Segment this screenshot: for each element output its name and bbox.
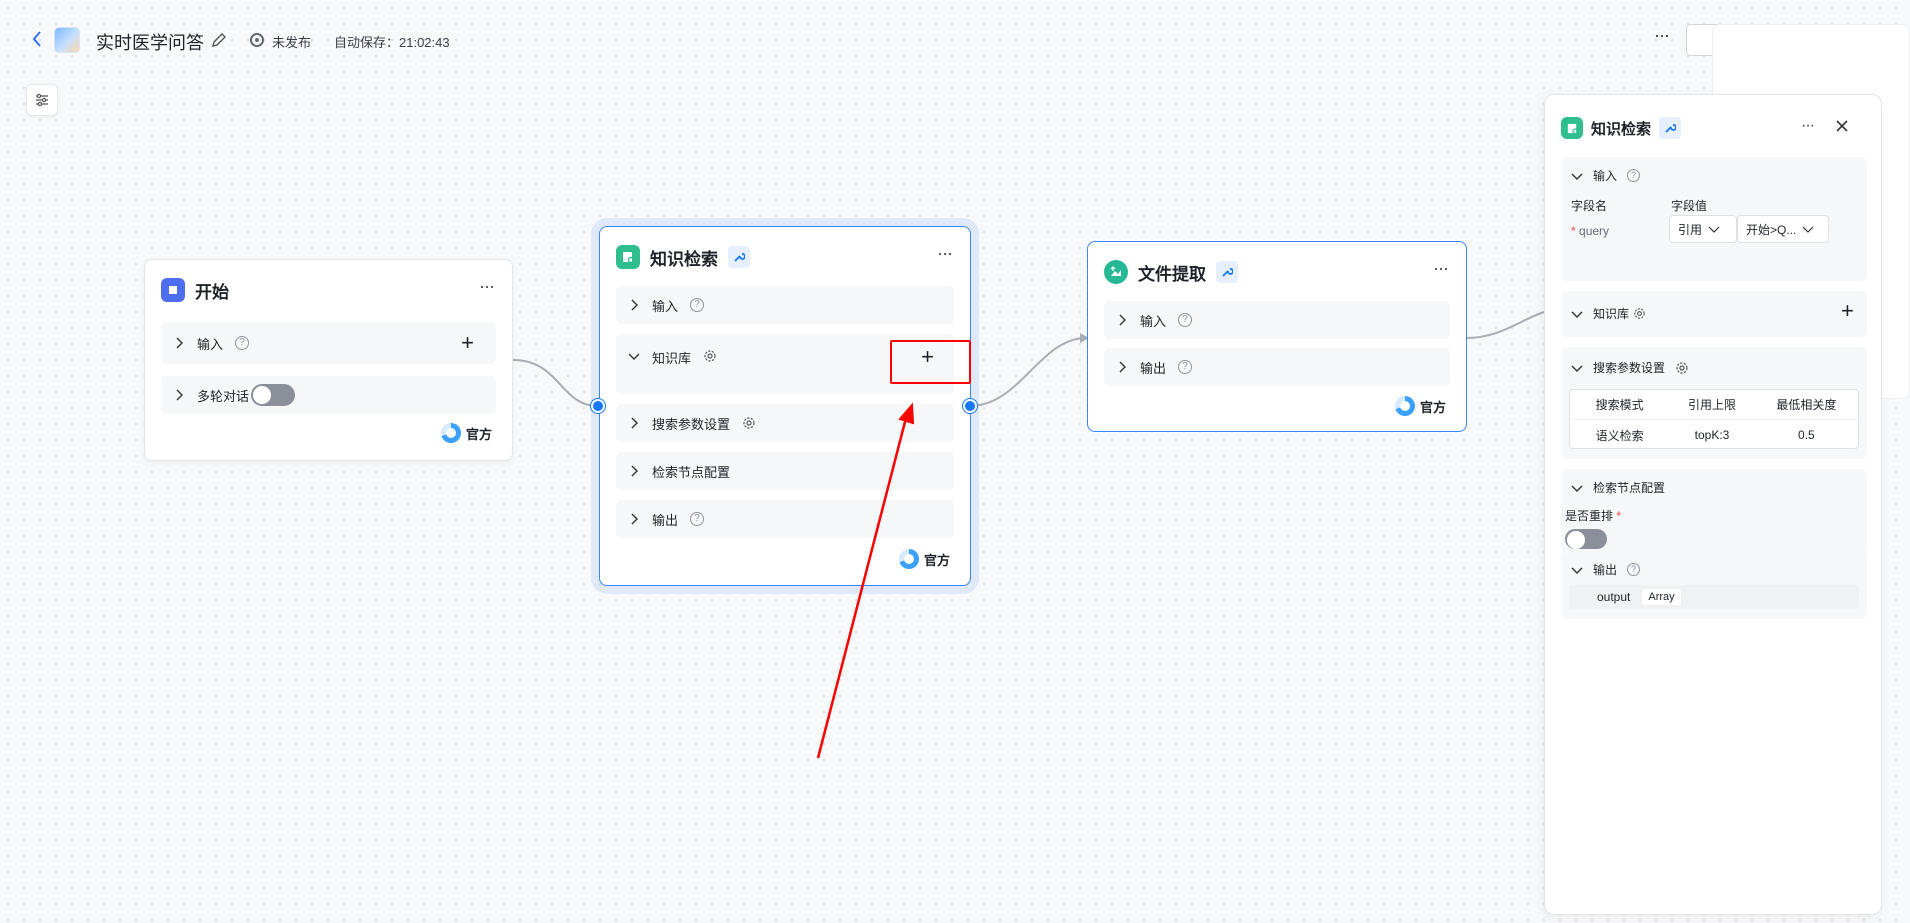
more-icon[interactable]: ··· xyxy=(1801,117,1815,135)
required-mark: * xyxy=(1571,224,1576,238)
chevron-down-icon xyxy=(1571,173,1583,180)
add-knowledge-base-button[interactable]: + xyxy=(1841,300,1854,322)
section-label: 输出 xyxy=(1593,563,1618,577)
section-header[interactable]: 搜索参数设置 xyxy=(1571,359,1689,376)
panel-kb-section: 知识库 + xyxy=(1561,291,1867,337)
chevron-down-icon xyxy=(1571,311,1583,318)
table-row: 语义检索 topK:3 0.5 xyxy=(1570,420,1858,450)
panel-search-section: 搜索参数设置 搜索模式 引用上限 最低相关度 语义检索 topK:3 0.5 xyxy=(1561,347,1867,459)
knowledge-icon xyxy=(1561,117,1583,139)
ref-value-select[interactable]: 开始>Q... xyxy=(1737,215,1829,243)
panel-node-config-section: 检索节点配置 是否重排 * xyxy=(1561,469,1867,555)
output-name: output xyxy=(1597,590,1631,604)
table-header: 引用上限 xyxy=(1688,398,1737,412)
gear-icon[interactable] xyxy=(1675,361,1689,375)
select-value: 开始>Q... xyxy=(1746,222,1797,237)
select-value: 引用 xyxy=(1678,222,1703,237)
node-config-panel: 知识检索 ··· 输入 ? 字段名 字段值 * query 引用 开始>Q... xyxy=(1544,94,1882,915)
close-icon[interactable] xyxy=(1835,119,1849,136)
section-header[interactable]: 输入 ? xyxy=(1571,167,1641,184)
section-label: 搜索参数设置 xyxy=(1593,361,1666,375)
label-text: 是否重排 xyxy=(1565,509,1614,523)
section-header[interactable]: 输出 ? xyxy=(1571,561,1641,578)
panel-title: 知识检索 xyxy=(1591,120,1652,138)
field-query: * query xyxy=(1571,224,1609,238)
table-header-row: 搜索模式 引用上限 最低相关度 xyxy=(1570,390,1858,420)
table-cell: 语义检索 xyxy=(1595,428,1644,443)
table-cell: topK:3 xyxy=(1694,428,1730,442)
rerank-label: 是否重排 * xyxy=(1565,507,1621,524)
output-type-badge: Array xyxy=(1642,589,1681,605)
ref-type-select[interactable]: 引用 xyxy=(1669,215,1737,243)
chevron-down-icon xyxy=(1802,226,1814,233)
section-label: 知识库 xyxy=(1593,307,1630,321)
section-label: 检索节点配置 xyxy=(1593,481,1666,495)
panel-output-section: 输出 ? output Array xyxy=(1561,551,1867,619)
field-value-header: 字段值 xyxy=(1671,199,1708,213)
wrench-icon xyxy=(1659,117,1682,139)
chevron-down-icon xyxy=(1571,365,1583,372)
chevron-down-icon xyxy=(1571,485,1583,492)
required-mark: * xyxy=(1616,509,1622,523)
table-cell: 0.5 xyxy=(1798,428,1815,442)
rerank-toggle[interactable] xyxy=(1565,529,1607,549)
section-header[interactable]: 知识库 xyxy=(1571,305,1646,322)
help-icon[interactable]: ? xyxy=(1627,169,1641,182)
panel-input-section: 输入 ? 字段名 字段值 * query 引用 开始>Q... xyxy=(1561,157,1867,281)
chevron-down-icon xyxy=(1708,226,1720,233)
field-name: query xyxy=(1579,224,1610,238)
chevron-down-icon xyxy=(1571,567,1583,574)
section-label: 输入 xyxy=(1593,169,1618,183)
gear-icon[interactable] xyxy=(1633,307,1646,320)
help-icon[interactable]: ? xyxy=(1627,563,1641,576)
table-header: 最低相关度 xyxy=(1776,398,1837,412)
search-params-table: 搜索模式 引用上限 最低相关度 语义检索 topK:3 0.5 xyxy=(1569,389,1859,449)
table-header: 搜索模式 xyxy=(1595,398,1644,412)
panel-header: 知识检索 xyxy=(1561,117,1682,139)
section-header[interactable]: 检索节点配置 xyxy=(1571,479,1665,496)
field-name-header: 字段名 xyxy=(1571,199,1608,213)
output-field-row: output Array xyxy=(1569,585,1859,609)
